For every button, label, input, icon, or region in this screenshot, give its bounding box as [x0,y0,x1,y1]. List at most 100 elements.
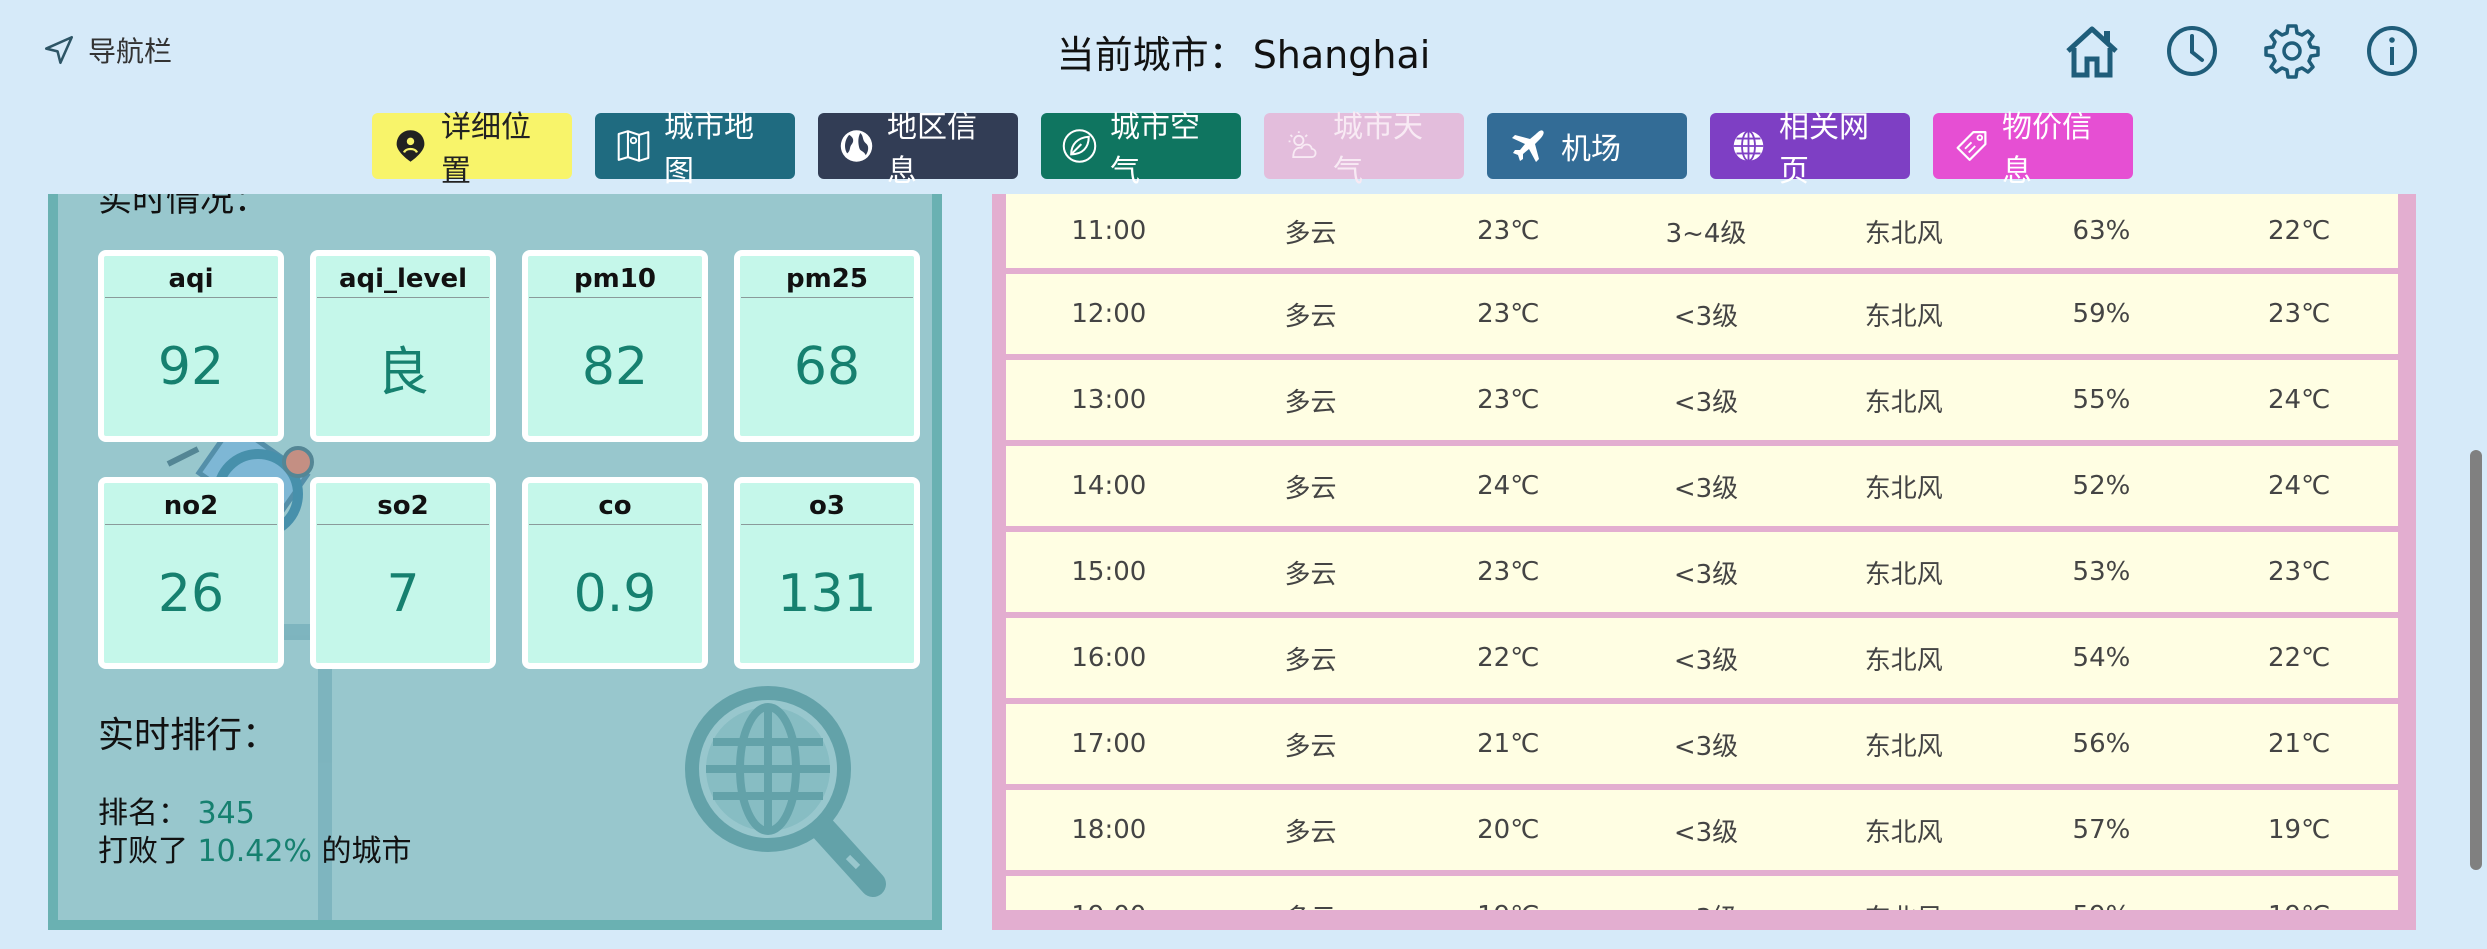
feels-like-cell: 19℃ [2200,901,2398,910]
metric-value: 68 [793,337,861,397]
globe-icon [840,130,873,162]
wind-direction-cell: 东北风 [1864,645,1943,676]
clock-icon [2167,26,2217,76]
wind-level-cell: <3级 [1673,645,1739,676]
condition-cell: 多云 [1284,473,1337,504]
top-bar: 导航栏 当前城市： Shanghai [0,0,2487,100]
condition-cell: 多云 [1284,387,1337,418]
condition-cell: 多云 [1212,898,1410,911]
web-icon [1733,130,1764,162]
beat-prefix: 打败了 [98,834,188,869]
humidity-cell: 55% [2072,385,2131,415]
feels-like-cell: 24℃ [2268,471,2331,501]
metric-key: aqi [105,256,277,298]
humidity-cell: 57% [2072,815,2131,845]
temperature-cell: 20℃ [1477,815,1540,845]
wind-direction-cell: 东北风 [1864,218,1943,249]
wind-level-cell: <3级 [1673,473,1739,504]
wind-level-cell: <3级 [1673,817,1739,848]
feels-like-cell: 22℃ [2268,216,2331,246]
tag-icon [1956,131,1987,161]
temperature-cell: 23℃ [1477,299,1540,329]
humidity-cell: 53% [2072,557,2131,587]
wind-level-cell: <3级 [1673,301,1739,332]
metric-key: o3 [741,483,913,525]
humidity-cell: 56% [2072,729,2131,759]
metric-key: pm25 [741,256,913,298]
feels-like-cell: 23℃ [2268,557,2331,587]
metric-card-co: co 0.9 [522,477,708,669]
beat-line: 打败了 10.42% 的城市 [98,826,411,870]
top-icon-bar [2061,20,2423,82]
metric-key: so2 [317,483,489,525]
wind-direction-cell: 东北风 [1864,731,1943,762]
metric-value: 26 [157,564,225,624]
metric-value: 131 [777,564,877,624]
metric-value: 7 [386,564,420,624]
city-weather-button[interactable]: 城市天气 [1264,110,1464,189]
forecast-row: 17:00 多云 21℃ <3级 东北风 56% 21℃ [1006,704,2398,784]
condition-cell: 多云 [1284,731,1337,762]
forecast-row: 16:00 多云 22℃ <3级 东北风 54% 22℃ [1006,618,2398,698]
wind-direction-cell: 东北风 [1805,898,2003,911]
temperature-cell: 23℃ [1477,385,1540,415]
page-scrollbar[interactable] [2470,450,2482,870]
temperature-cell: 24℃ [1477,471,1540,501]
forecast-row: 11:00 多云 23℃ 3~4级 东北风 63% 22℃ [1006,194,2398,268]
metric-key: pm10 [529,256,701,298]
hour-cell: 12:00 [1071,299,1147,329]
air-metric-grid: aqi 92 aqi_level 良 pm10 82 pm25 68 no2 26 so2… [98,250,920,669]
leaf-icon [1062,129,1097,163]
related-web-button[interactable]: 相关网页 [1710,110,1910,189]
forecast-row: 12:00 多云 23℃ <3级 东北风 59% 23℃ [1006,274,2398,354]
home-button[interactable] [2061,20,2123,82]
air-quality-panel: 实时情况： aqi 92 aqi_level 良 pm10 82 pm25 68 no2… [48,194,942,930]
forecast-row: 18:00 多云 20℃ <3级 东北风 57% 19℃ [1006,790,2398,870]
forecast-row: 19:00 多云 19℃ <3级 东北风 59% 19℃ [1006,876,2398,910]
menu-label: 相关网页 [1779,110,1869,189]
menu-label: 城市天气 [1333,110,1423,189]
humidity-cell: 59% [2003,901,2201,910]
forecast-row: 13:00 多云 23℃ <3级 东北风 55% 24℃ [1006,360,2398,440]
feels-like-cell: 22℃ [2268,643,2331,673]
forecast-row: 15:00 多云 23℃ <3级 东北风 53% 23℃ [1006,532,2398,612]
wind-level-cell: <3级 [1673,731,1739,762]
feels-like-cell: 19℃ [2268,815,2331,845]
settings-button[interactable] [2261,20,2323,82]
menu-label: 机场 [1561,132,1621,167]
humidity-cell: 54% [2072,643,2131,673]
info-icon [2367,26,2417,76]
realtime-status-title: 实时情况： [98,194,268,220]
metric-card-pm10: pm10 82 [522,250,708,442]
city-air-button[interactable]: 城市空气 [1041,110,1241,189]
feels-like-cell: 23℃ [2268,299,2331,329]
plane-icon [1512,130,1544,162]
menu-label: 物价信息 [2002,110,2092,189]
hourly-forecast-panel[interactable]: 11:00 多云 23℃ 3~4级 东北风 63% 22℃ 12:00 多云 2… [992,194,2416,930]
forecast-list: 11:00 多云 23℃ 3~4级 东北风 63% 22℃ 12:00 多云 2… [1006,194,2398,910]
metric-card-aqi: aqi 92 [98,250,284,442]
hour-cell: 19:00 [1006,901,1212,910]
metric-value: 92 [157,337,225,397]
condition-cell: 多云 [1284,218,1337,249]
wind-direction-cell: 东北风 [1864,473,1943,504]
history-button[interactable] [2161,20,2223,82]
beat-suffix: 的城市 [321,834,412,869]
temperature-cell: 19℃ [1409,901,1607,910]
wind-level-cell: <3级 [1607,898,1805,911]
info-button[interactable] [2361,20,2423,82]
city-map-button[interactable]: 城市地图 [595,110,795,189]
cloud-sun-icon [1288,131,1317,159]
condition-cell: 多云 [1284,817,1337,848]
menu-label: 城市空气 [1110,110,1200,189]
metric-key: no2 [105,483,277,525]
detail-location-button[interactable]: 详细位置 [372,110,572,189]
metric-key: aqi_level [317,256,489,298]
region-info-button[interactable]: 地区信息 [818,110,1018,189]
location-pin-icon [396,130,425,162]
price-info-button[interactable]: 物价信息 [1933,110,2133,189]
title-prefix: 当前城市： [1056,33,1247,77]
metric-card-so2: so2 7 [310,477,496,669]
airport-button[interactable]: 机场 [1487,113,1687,179]
condition-cell: 多云 [1284,559,1337,590]
